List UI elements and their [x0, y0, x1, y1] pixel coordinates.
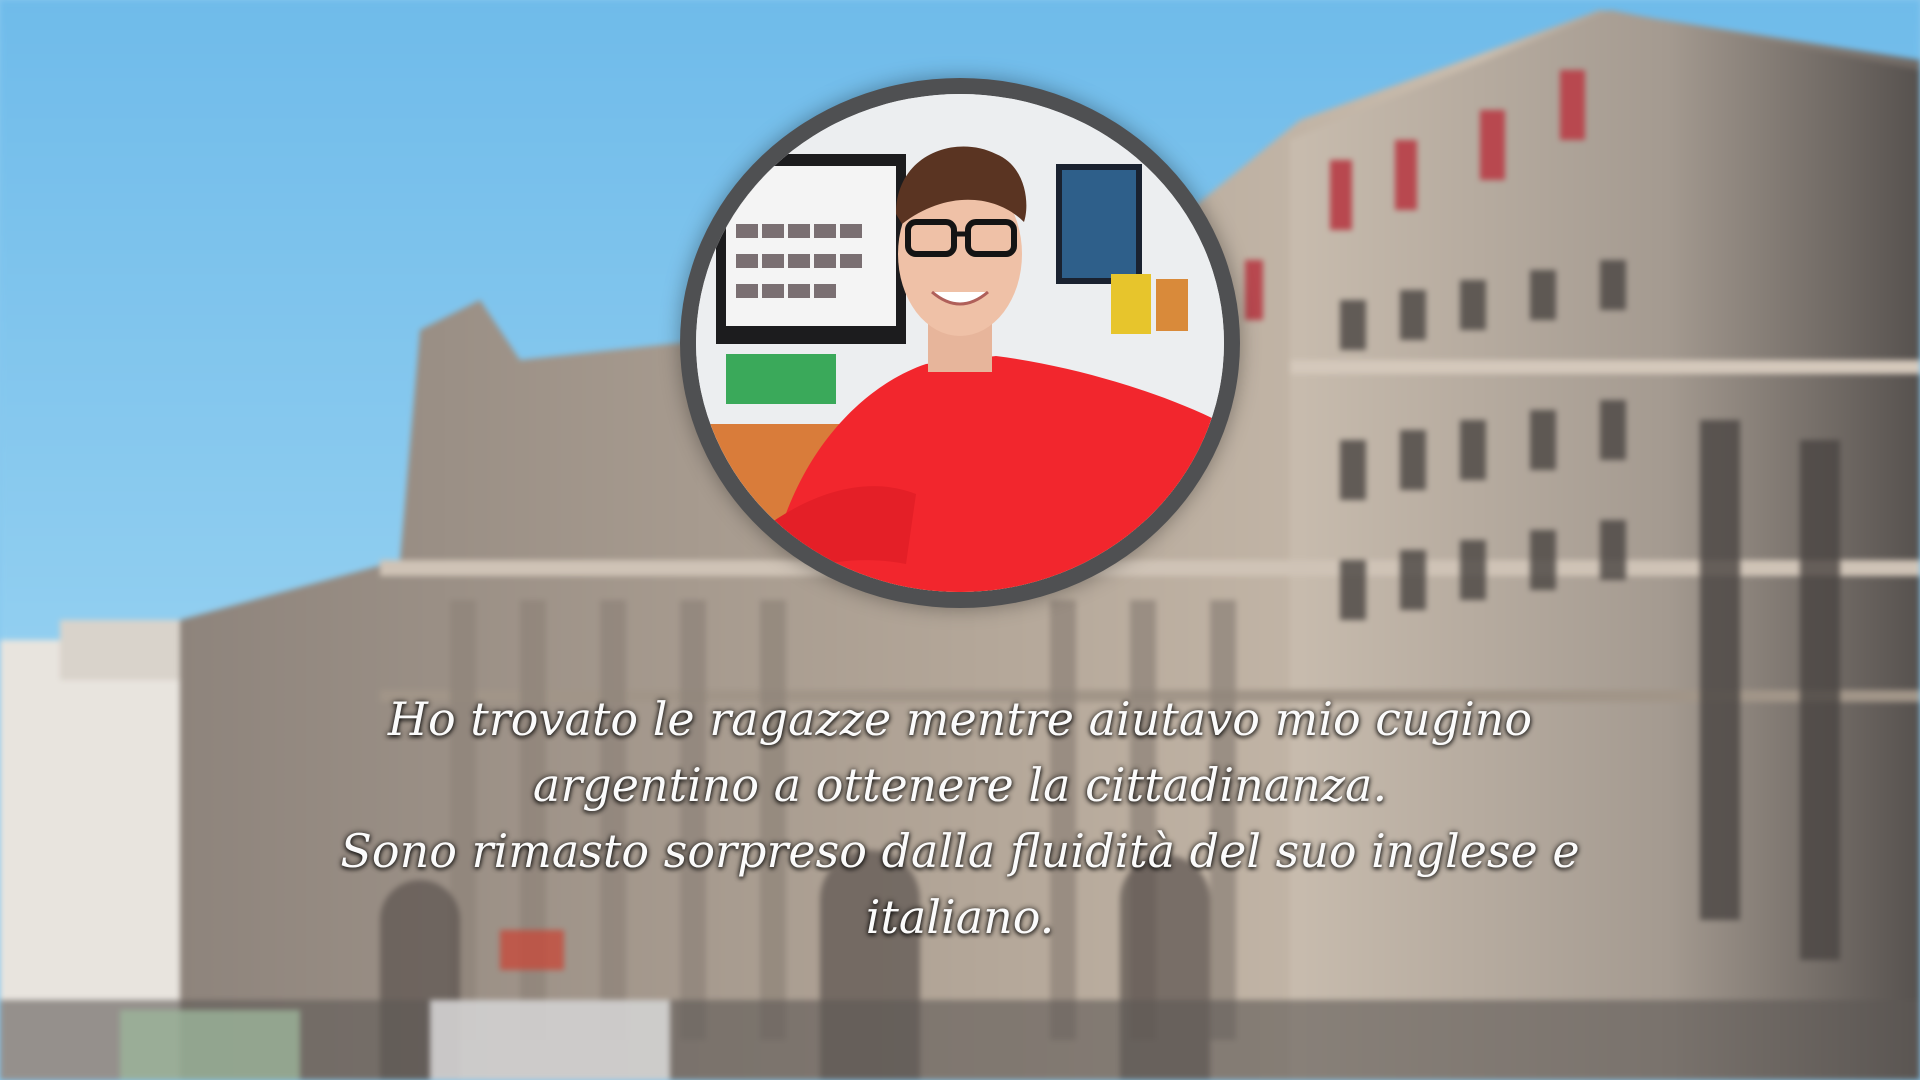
caption-line-1: Ho trovato le ragazze mentre aiutavo mio…	[387, 692, 1533, 746]
caption-line-3: Sono rimasto sorpreso dalla fluidità del…	[340, 824, 1580, 878]
portrait-photo	[680, 78, 1240, 608]
subtitle-caption: Ho trovato le ragazze mentre aiutavo mio…	[160, 686, 1760, 950]
man-portrait-photo	[696, 94, 1224, 592]
caption-line-4: italiano.	[865, 890, 1055, 944]
video-frame: Ho trovato le ragazze mentre aiutavo mio…	[0, 0, 1920, 1080]
caption-line-2: argentino a ottenere la cittadinanza.	[532, 758, 1388, 812]
